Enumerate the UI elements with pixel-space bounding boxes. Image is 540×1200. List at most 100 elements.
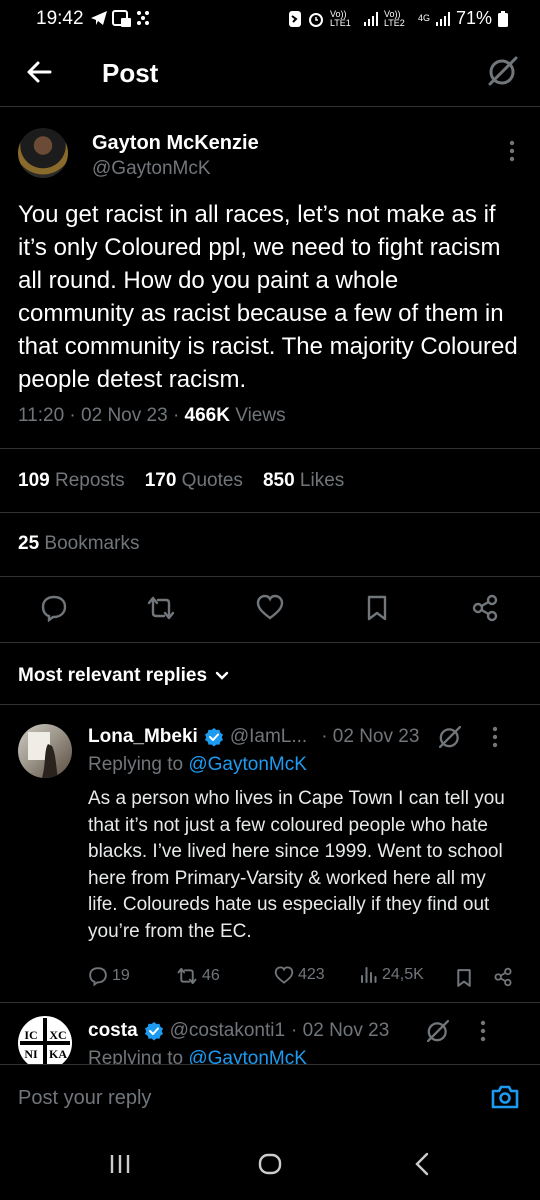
status-time: 19:42 [36,8,84,29]
status-right: Vo)) LTE1 Vo)) LTE2 4G 71% [288,8,508,29]
reposts-label: Reposts [54,470,125,491]
reposts-count: 109 [18,470,50,491]
views-count: 466K [184,405,230,426]
reply-divider [0,1002,540,1003]
camera-icon[interactable] [490,1083,520,1111]
notification-icons [90,10,152,28]
bookmark-icon[interactable] [456,968,472,988]
reply-replies-count: 19 [112,967,130,984]
bookmark-icon[interactable] [366,594,388,622]
likes-count: 850 [262,470,295,491]
bookmarks-divider [0,576,540,577]
reposts-stat[interactable]: 109 Reposts [18,470,125,492]
reply-author-handle[interactable]: @IamL... [230,726,307,748]
like-icon [274,966,294,984]
system-nav-bar [0,1134,540,1200]
back-arrow-icon[interactable] [22,54,58,90]
reply-replies[interactable]: 19 [88,966,130,986]
grok-icon[interactable] [425,1018,451,1044]
post-text: You get racist in all races, let’s not m… [18,201,518,393]
quotes-count: 170 [144,470,177,491]
avatar-text-2: XC [49,1028,66,1042]
replying-to: Replying to @GaytonMcK [88,1048,307,1064]
replying-prefix: Replying to [88,1048,184,1064]
stats-divider [0,512,540,513]
more-options-icon[interactable] [508,140,516,162]
reply-likes-count: 423 [298,966,325,983]
battery-icon [498,10,508,27]
bookmarks-label: Bookmarks [44,533,140,554]
status-bar: 19:42 Vo)) LTE1 Vo)) LTE2 4G 71% [0,0,540,36]
repost-icon[interactable] [146,594,176,622]
reply-views[interactable]: 24,5K [360,966,424,984]
reply-date: · 02 Nov 23 [321,726,420,747]
reply-item[interactable]: IC XC NI KA costa @costakonti1 · 02 Nov … [0,1008,540,1064]
share-icon[interactable] [494,967,512,987]
post-time: 11:20 [18,405,65,426]
grok-icon[interactable] [437,724,463,750]
alarm-icon [308,12,323,27]
recent-apps-icon[interactable] [108,1152,132,1176]
battery-percent: 71% [455,8,492,28]
avatar[interactable] [18,128,68,178]
verified-badge-icon [144,1022,163,1041]
header-divider [0,106,540,107]
more-options-icon[interactable] [479,1020,487,1042]
back-nav-icon[interactable] [412,1152,432,1176]
verified-badge-icon [204,728,223,747]
grok-icon[interactable] [486,54,520,88]
engagement-stats: 109 Reposts 170 Quotes 850 Likes [18,470,344,492]
post-meta: 11:20 · 02 Nov 23 · 466K Views [18,405,286,427]
reply-text: As a person who lives in Cape Town I can… [88,788,505,942]
network-2-label: Vo)) LTE2 [383,8,405,28]
replies-sort-dropdown[interactable]: Most relevant replies [18,665,229,687]
replying-prefix: Replying to [88,754,184,775]
reply-author-name[interactable]: Lona_Mbeki [88,726,198,748]
chevron-down-icon [215,671,229,680]
replying-to-link[interactable]: @GaytonMcK [188,1048,307,1064]
reply-reposts[interactable]: 46 [176,966,220,986]
like-icon[interactable] [256,594,284,620]
avatar[interactable]: IC XC NI KA [18,1016,72,1064]
likes-stat[interactable]: 850 Likes [263,470,344,492]
bookmarks-count: 25 [18,533,40,554]
likes-label: Likes [299,470,345,491]
reply-input-placeholder[interactable]: Post your reply [18,1087,151,1110]
signal-1-icon [363,11,378,26]
reply-author-name[interactable]: costa [88,1020,138,1042]
reply-icon [89,967,107,986]
top-bar: Post [0,40,540,106]
post-actions [0,590,540,630]
quotes-stat[interactable]: 170 Quotes [145,470,243,492]
meta-divider [0,448,540,449]
home-icon[interactable] [258,1152,282,1176]
sort-divider [0,704,540,705]
network-1-label: Vo)) LTE1 [329,8,351,28]
quotes-label: Quotes [181,470,243,491]
reply-likes[interactable]: 423 [274,966,325,984]
author-name[interactable]: Gayton McKenzie [92,132,259,155]
gallery-icon [112,10,131,27]
avatar-text-1: IC [24,1028,37,1042]
share-icon[interactable] [472,594,498,622]
avatar-art [28,732,58,778]
repost-icon [177,967,197,985]
avatar-art: IC XC NI KA [20,1018,70,1064]
meta-sep: · [69,405,76,426]
more-options-icon[interactable] [491,726,499,748]
reply-icon[interactable] [40,594,68,622]
replying-to: Replying to @GaytonMcK [88,754,307,776]
views-icon [361,967,377,983]
grid-dots-icon [137,11,149,25]
author-handle[interactable]: @GaytonMcK [92,158,211,180]
bookmarks-stat[interactable]: 25 Bookmarks [18,533,139,555]
reply-composer[interactable]: Post your reply [0,1064,540,1135]
page-title: Post [102,58,159,88]
nfc-icon [288,10,301,27]
reply-author-handle[interactable]: @costakonti1 [170,1020,285,1042]
reply-reposts-count: 46 [202,967,220,984]
avatar-text-4: KA [49,1047,67,1061]
avatar[interactable] [18,724,72,778]
avatar-text-3: NI [24,1047,38,1061]
replying-to-link[interactable]: @GaytonMcK [188,754,307,775]
